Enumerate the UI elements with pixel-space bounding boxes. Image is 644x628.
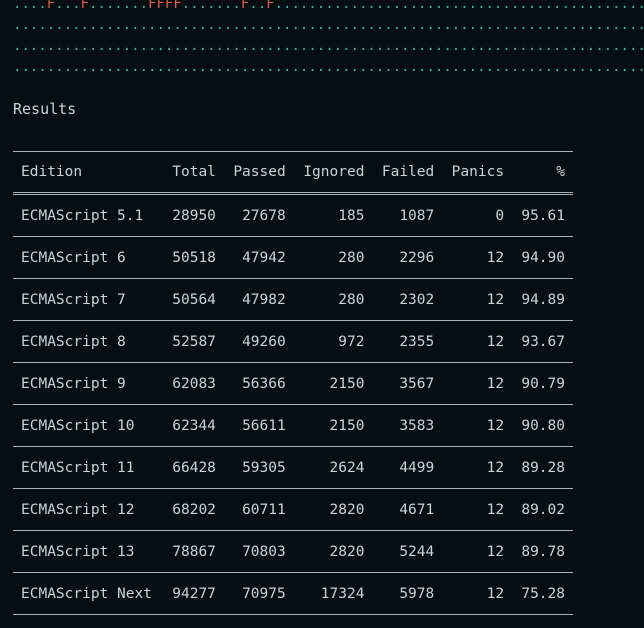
table-row: ECMAScript 10 62344 56611 2150 3583 12 90.80 [13,405,573,447]
progress-line: ........................................… [13,38,644,54]
column-header-panics: Panics [451,164,505,180]
cell-failed: 5244 [399,543,435,560]
results-table: Edition Total Passed Ignored Failed Pani… [13,151,573,615]
cell-total: 78867 [172,543,216,560]
cell-passed: 60711 [242,501,286,518]
cell-ignored: 2820 [329,543,365,560]
cell-total: 52587 [172,333,216,350]
table-row: ECMAScript 6 50518 47942 280 2296 12 94.90 [13,237,573,279]
cell-panics: 12 [486,417,505,434]
cell-passed: 47942 [242,249,286,266]
test-progress-output: ....F...F.......FFFF.......F..F.........… [13,0,644,84]
cell-edition: ECMAScript 6 [21,249,126,266]
cell-passed: 70803 [242,543,286,560]
cell-percent: 94.89 [521,291,565,308]
results-table-container: Edition Total Passed Ignored Failed Pani… [13,151,573,615]
cell-edition: ECMAScript 11 [21,459,135,476]
cell-panics: 12 [486,333,505,350]
cell-failed: 3583 [399,417,435,434]
cell-passed: 49260 [242,333,286,350]
column-header-percent: % [556,164,565,180]
cell-edition: ECMAScript 12 [21,501,135,518]
column-header-ignored: Ignored [303,164,365,180]
cell-passed: 27678 [242,207,286,224]
cell-failed: 2296 [399,249,435,266]
cell-percent: 95.61 [521,207,565,224]
cell-edition: ECMAScript 13 [21,543,135,560]
cell-total: 62344 [172,417,216,434]
cell-panics: 0 [495,207,505,224]
cell-edition: ECMAScript 7 [21,291,126,308]
cell-ignored: 280 [338,249,365,266]
cell-total: 62083 [172,375,216,392]
table-row: ECMAScript 13 78867 70803 2820 5244 12 89.78 [13,531,573,573]
cell-failed: 4671 [399,501,435,518]
cell-failed: 4499 [399,459,435,476]
cell-total: 66428 [172,459,216,476]
cell-failed: 3567 [399,375,435,392]
column-header-total: Total [172,164,216,180]
cell-percent: 75.28 [521,585,565,602]
progress-line: ........................................… [13,17,644,33]
table-row: ECMAScript 12 68202 60711 2820 4671 12 89.02 [13,489,573,531]
table-row: ECMAScript 7 50564 47982 280 2302 12 94.89 [13,279,573,321]
cell-percent: 89.02 [521,501,565,518]
cell-ignored: 17324 [320,585,365,602]
column-header-edition: Edition [21,164,83,180]
cell-passed: 47982 [242,291,286,308]
cell-ignored: 280 [338,291,365,308]
cell-passed: 59305 [242,459,286,476]
cell-passed: 70975 [242,585,286,602]
cell-total: 94277 [172,585,216,602]
cell-panics: 12 [486,249,505,266]
cell-percent: 93.67 [521,333,565,350]
cell-panics: 12 [486,291,505,308]
cell-panics: 12 [486,543,505,560]
cell-ignored: 2820 [329,501,365,518]
cell-percent: 90.80 [521,417,565,434]
table-row: ECMAScript Next 94277 70975 17324 5978 12 75.2… [13,573,573,615]
cell-panics: 12 [486,375,505,392]
cell-passed: 56366 [242,375,286,392]
cell-percent: 90.79 [521,375,565,392]
cell-ignored: 972 [338,333,365,350]
cell-panics: 12 [486,501,505,518]
table-row: ECMAScript 9 62083 56366 2150 3567 12 90.79 [13,363,573,405]
cell-ignored: 2150 [329,417,365,434]
table-header-row: Edition Total Passed Ignored Failed Pani… [13,151,573,194]
cell-total: 50564 [172,291,216,308]
cell-total: 28950 [172,207,216,224]
cell-ignored: 2624 [329,459,365,476]
results-heading: Results [13,100,77,118]
cell-total: 50518 [172,249,216,266]
cell-ignored: 185 [338,207,365,224]
table-row: ECMAScript 8 52587 49260 972 2355 12 93.67 [13,321,573,363]
cell-panics: 12 [486,585,505,602]
cell-ignored: 2150 [329,375,365,392]
results-table-body: ECMAScript 5.1 28950 27678 185 1087 0 95.61 ECM… [13,194,573,615]
cell-failed: 2355 [399,333,435,350]
cell-failed: 1087 [399,207,435,224]
progress-line: ........................................… [13,59,644,75]
progress-line: ....F...F.......FFFF.......F..F.........… [13,0,644,12]
cell-percent: 89.78 [521,543,565,560]
cell-edition: ECMAScript Next [21,585,152,602]
cell-edition: ECMAScript 8 [21,333,126,350]
cell-passed: 56611 [242,417,286,434]
cell-edition: ECMAScript 9 [21,375,126,392]
cell-failed: 5978 [399,585,435,602]
cell-edition: ECMAScript 5.1 [21,207,144,224]
column-header-passed: Passed [233,164,286,180]
column-header-failed: Failed [381,164,435,180]
table-row: ECMAScript 5.1 28950 27678 185 1087 0 95.61 [13,194,573,237]
cell-edition: ECMAScript 10 [21,417,135,434]
cell-panics: 12 [486,459,505,476]
cell-failed: 2302 [399,291,435,308]
table-row: ECMAScript 11 66428 59305 2624 4499 12 89.28 [13,447,573,489]
cell-total: 68202 [172,501,216,518]
cell-percent: 89.28 [521,459,565,476]
cell-percent: 94.90 [521,249,565,266]
